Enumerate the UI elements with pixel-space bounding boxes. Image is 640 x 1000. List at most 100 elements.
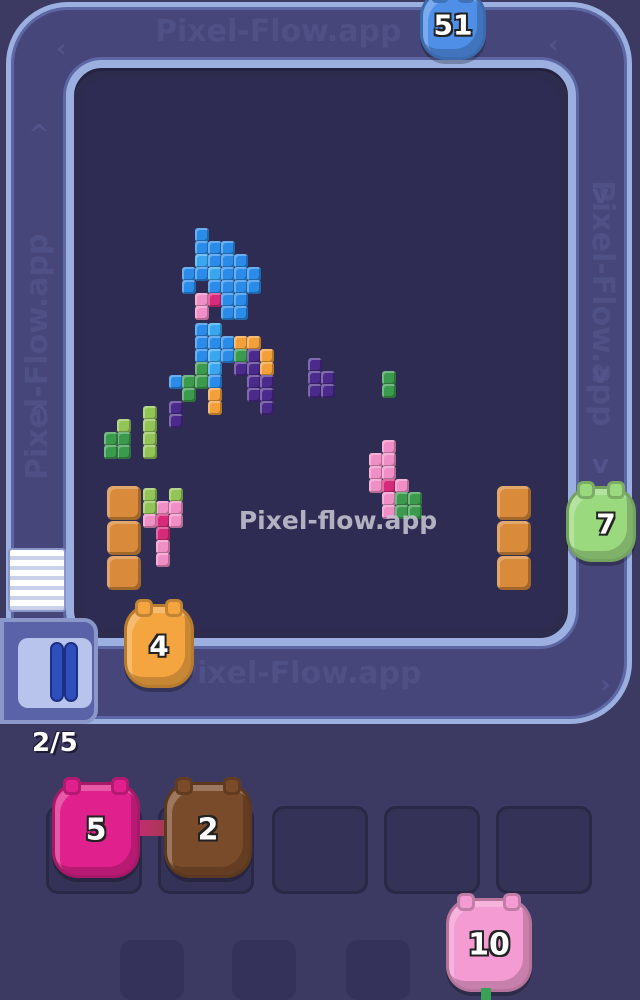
holding-slot[interactable] xyxy=(496,806,592,894)
pixel-block xyxy=(104,445,118,459)
pixel-board xyxy=(82,78,560,630)
pixel-block xyxy=(143,488,157,502)
pixel-block xyxy=(395,479,409,493)
pixel-block xyxy=(221,293,235,307)
pixel-block xyxy=(321,371,335,385)
pixel-block xyxy=(369,479,383,493)
pixel-block xyxy=(221,336,235,350)
pixel-block xyxy=(308,371,322,385)
slot-counter: 2/5 xyxy=(32,728,78,758)
pixel-block xyxy=(234,280,248,294)
pig-shooter-magenta[interactable]: 5 xyxy=(52,777,140,878)
game-stage: Pixel-Flow.app Pixel-Flow.app Pixel-Flow… xyxy=(0,0,640,1000)
chevron-right-icon: › xyxy=(600,670,611,700)
queue-slot xyxy=(232,940,296,1000)
pixel-block xyxy=(195,323,209,337)
pixel-block xyxy=(169,488,183,502)
pig-shooter-blue[interactable]: 51 xyxy=(420,0,486,60)
chevron-up-icon: ^ xyxy=(28,120,50,150)
pixel-block xyxy=(182,375,196,389)
holding-slot[interactable] xyxy=(272,806,368,894)
pixel-block xyxy=(382,492,396,506)
pixel-block xyxy=(382,440,396,454)
pixel-block xyxy=(104,432,118,446)
pixel-block xyxy=(117,445,131,459)
holding-slot[interactable] xyxy=(384,806,480,894)
pig-shooter-green[interactable]: 7 xyxy=(566,481,636,562)
pixel-block xyxy=(408,492,422,506)
pixel-block xyxy=(117,419,131,433)
pixel-block xyxy=(247,336,261,350)
pixel-block xyxy=(260,362,274,376)
pixel-block xyxy=(208,323,222,337)
pixel-block xyxy=(369,453,383,467)
pixel-block xyxy=(208,401,222,415)
pixel-block xyxy=(321,384,335,398)
pixel-block xyxy=(247,375,261,389)
pixel-block xyxy=(234,306,248,320)
pixel-block xyxy=(221,267,235,281)
pixel-block xyxy=(221,280,235,294)
pixel-block xyxy=(156,540,170,554)
wood-block xyxy=(497,556,531,590)
pig-ear xyxy=(503,893,521,911)
pig-ear xyxy=(431,0,449,3)
pixel-block xyxy=(234,293,248,307)
pixel-block xyxy=(143,432,157,446)
belt-exit-gate xyxy=(8,548,66,612)
pixel-block xyxy=(195,254,209,268)
pixel-block xyxy=(182,267,196,281)
pig-ear xyxy=(457,0,475,3)
pig-ear xyxy=(165,599,183,617)
pixel-block xyxy=(143,419,157,433)
pig-ear xyxy=(457,893,475,911)
pixel-block xyxy=(247,388,261,402)
pixel-block xyxy=(195,241,209,255)
pixel-block xyxy=(234,267,248,281)
pixel-block xyxy=(382,453,396,467)
dispenser-disc xyxy=(64,642,78,702)
belt-label-left: Pixel-Flow.app xyxy=(20,233,55,480)
pixel-block xyxy=(260,388,274,402)
pixel-block xyxy=(156,553,170,567)
pixel-block xyxy=(221,241,235,255)
pixel-block xyxy=(221,254,235,268)
pixel-block xyxy=(195,306,209,320)
pixel-block xyxy=(234,362,248,376)
pixel-block xyxy=(308,358,322,372)
pig-shooter-pink[interactable]: 10 xyxy=(446,893,532,992)
pixel-block xyxy=(234,254,248,268)
queue-slot xyxy=(120,940,184,1000)
pig-shooter-brown[interactable]: 2 xyxy=(164,777,252,878)
pixel-block xyxy=(208,254,222,268)
pixel-block xyxy=(182,388,196,402)
pixel-block xyxy=(221,349,235,363)
pixel-block xyxy=(260,401,274,415)
dispenser-disc xyxy=(50,642,64,702)
pig-ammo-count: 5 xyxy=(85,812,107,848)
pixel-block xyxy=(143,406,157,420)
pig-ammo-count: 10 xyxy=(468,927,510,963)
pig-ear xyxy=(63,777,81,795)
pixel-block xyxy=(169,375,183,389)
watermark: Pixel-flow.app xyxy=(238,506,438,535)
pixel-block xyxy=(143,445,157,459)
pixel-block xyxy=(169,401,183,415)
pixel-block xyxy=(117,432,131,446)
pixel-block xyxy=(195,267,209,281)
pixel-block xyxy=(195,336,209,350)
pixel-block xyxy=(208,241,222,255)
pixel-block xyxy=(247,349,261,363)
pig-shooter-orange[interactable]: 4 xyxy=(124,599,194,688)
pixel-block xyxy=(195,375,209,389)
pixel-block xyxy=(260,375,274,389)
pig-ear xyxy=(111,777,129,795)
pixel-block xyxy=(382,384,396,398)
pixel-block xyxy=(247,362,261,376)
pixel-block xyxy=(247,280,261,294)
pig-ear xyxy=(223,777,241,795)
pig-stem xyxy=(481,988,491,1000)
pixel-block xyxy=(195,293,209,307)
pixel-block xyxy=(208,336,222,350)
pixel-block xyxy=(195,362,209,376)
